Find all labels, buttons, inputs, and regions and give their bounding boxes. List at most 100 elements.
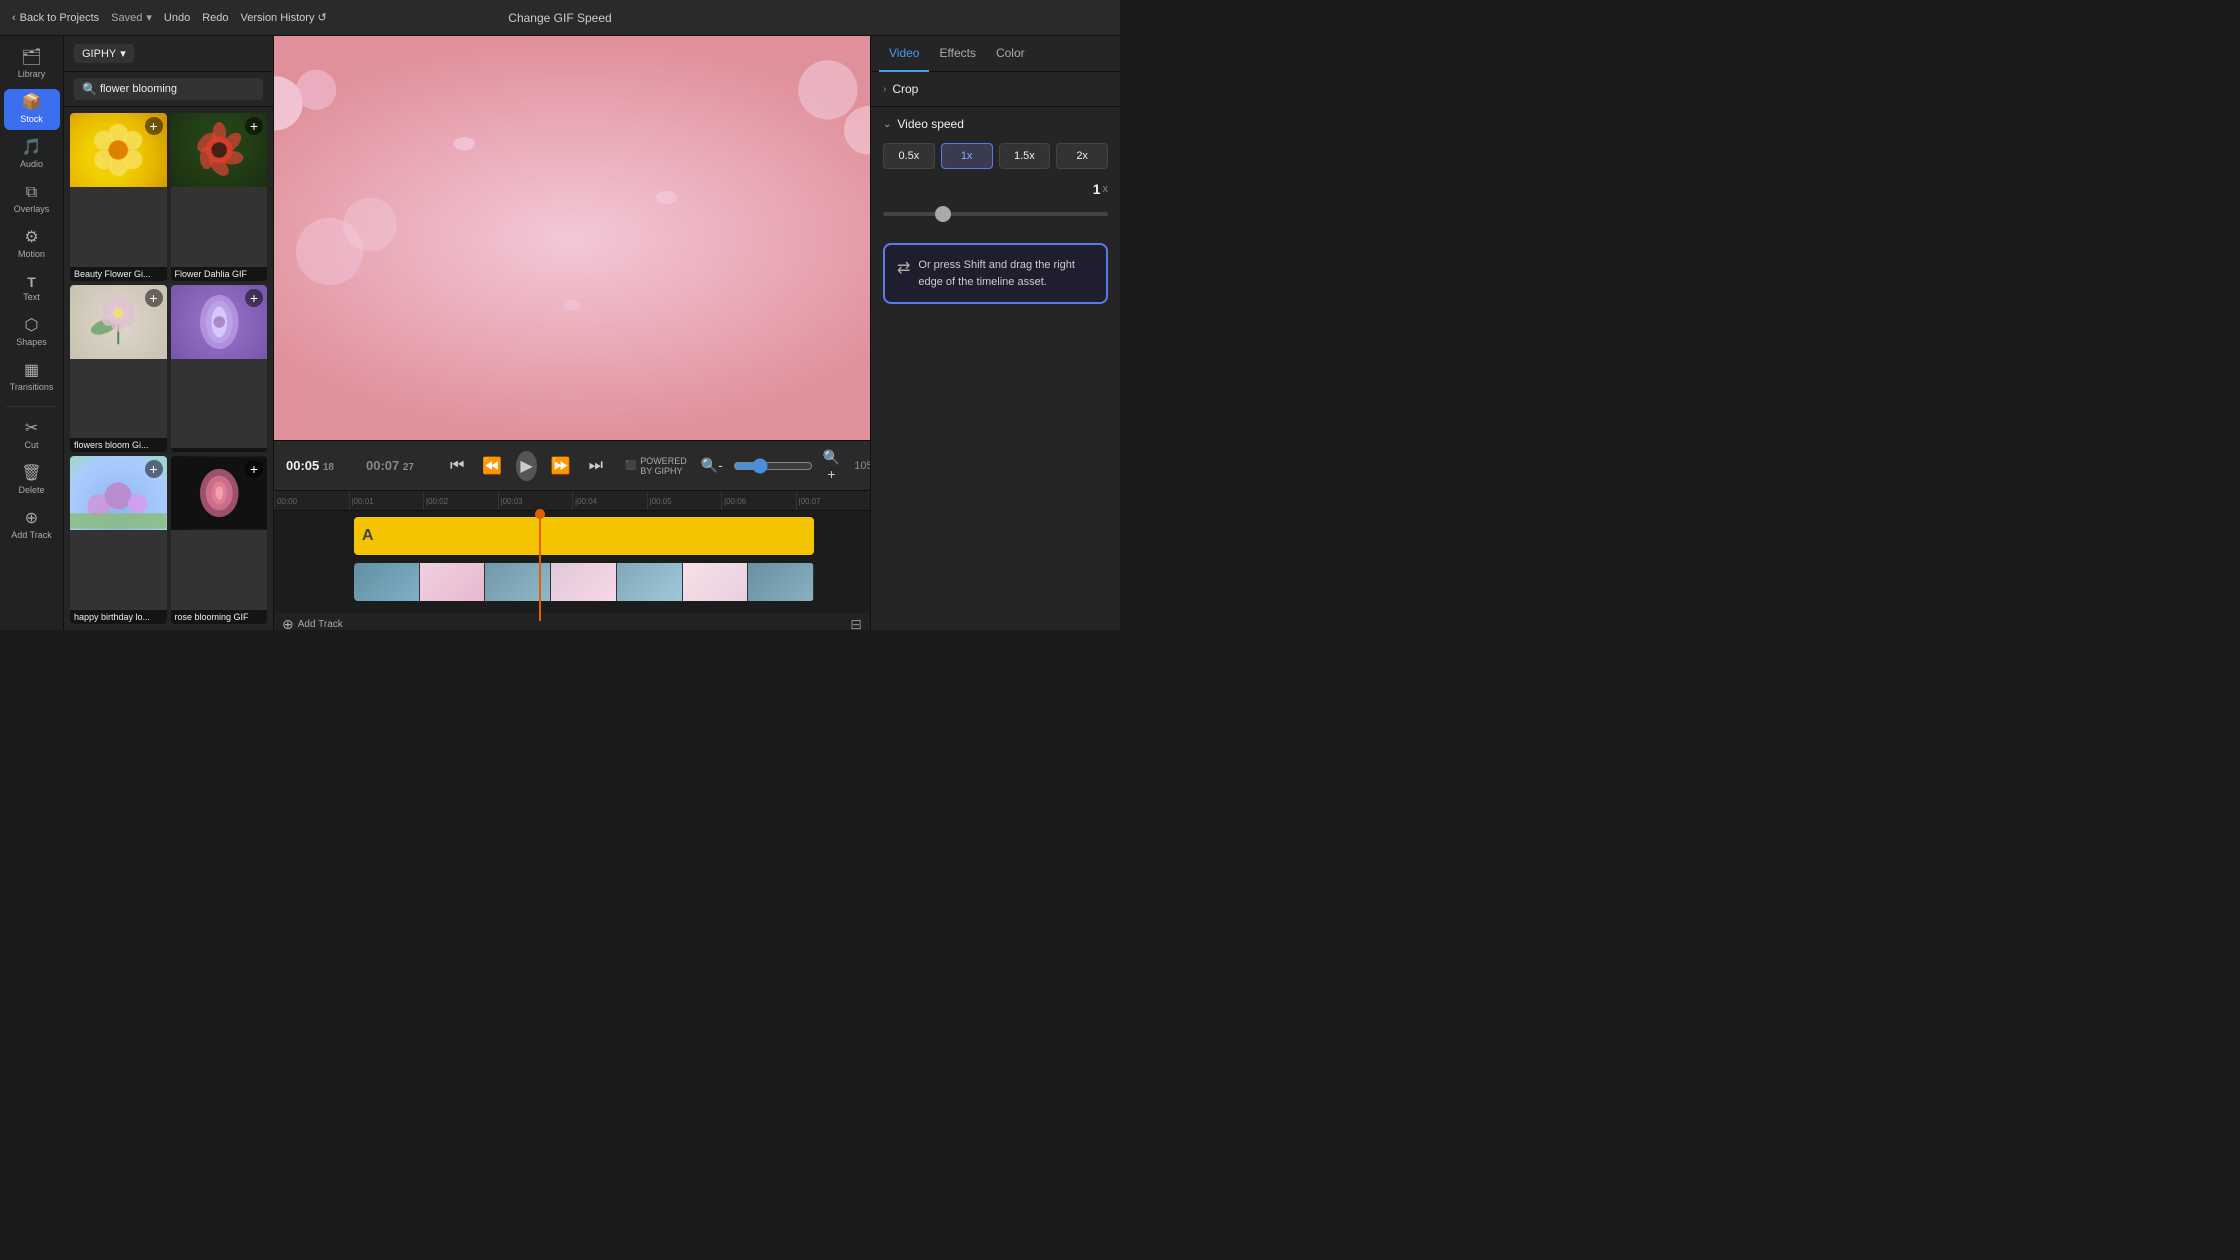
timeline-tracks: A — [274, 511, 870, 613]
sidebar-item-text-label: Text — [23, 292, 40, 302]
fast-forward-button[interactable]: ⏩ — [547, 454, 575, 478]
current-time: 00:05 — [286, 458, 319, 473]
speed-slider[interactable] — [883, 212, 1108, 216]
total-time: 00:07 — [366, 458, 399, 473]
hint-arrow-icon: ⇄ — [897, 258, 910, 278]
back-to-projects-label: Back to Projects — [20, 12, 99, 24]
sidebar-item-overlays[interactable]: ⧉ Overlays — [4, 179, 60, 220]
timeline-playhead[interactable] — [539, 511, 541, 621]
topbar-left: ‹ Back to Projects Saved ▾ Undo Redo Ver… — [12, 11, 492, 24]
layer-icon: ⊟ — [850, 616, 862, 631]
text-clip[interactable]: A — [354, 517, 814, 555]
panel-tabs: Video Effects Color — [871, 36, 1120, 72]
zoom-controls: 🔍- 🔍+ — [697, 447, 845, 484]
sidebar-item-shapes-label: Shapes — [16, 337, 47, 347]
speed-1.5x-button[interactable]: 1.5x — [999, 143, 1051, 169]
sidebar-item-shapes[interactable]: ⬡ Shapes — [4, 312, 60, 353]
sidebar-item-library[interactable]: 🗂 Library — [4, 44, 60, 85]
motion-icon: ⚙ — [24, 230, 38, 246]
transitions-icon: ▦ — [24, 363, 39, 379]
media-add-button[interactable]: + — [245, 289, 263, 307]
list-item[interactable]: happy birthday lo... + — [70, 456, 167, 624]
speed-0.5x-button[interactable]: 0.5x — [883, 143, 935, 169]
text-icon: T — [27, 275, 36, 289]
speed-value: 1 — [1093, 181, 1101, 197]
playback-controls: 00:05 18 00:07 27 ⏮ ⏪ ▶ ⏩ ⏭ ⬛ POWERED BY… — [274, 440, 870, 490]
search-icon: 🔍 — [82, 82, 97, 96]
media-add-button[interactable]: + — [145, 117, 163, 135]
sidebar-item-stock-label: Stock — [20, 114, 43, 124]
video-thumb-cell-5 — [617, 563, 683, 601]
sidebar-divider — [6, 406, 56, 407]
video-thumb-cell-4 — [551, 563, 617, 601]
preview-area: CHANGE GIF SPEED ONLINE 00:05 18 00:07 2… — [274, 36, 870, 630]
timeline: 00:00 |00:01 |00:02 |00:03 |00:04 |00:05… — [274, 490, 870, 630]
media-add-button[interactable]: + — [145, 460, 163, 478]
list-item[interactable]: Beauty Flower Gi... + — [70, 113, 167, 281]
ruler-mark-7: |00:07 — [796, 491, 871, 511]
zoom-slider[interactable] — [733, 458, 813, 474]
video-thumb-cell-1 — [354, 563, 420, 601]
zoom-in-button[interactable]: 🔍+ — [819, 447, 844, 484]
list-item[interactable]: rose blooming GIF + — [171, 456, 268, 624]
undo-button[interactable]: Undo — [164, 12, 190, 24]
sidebar-item-motion-label: Motion — [18, 249, 45, 259]
sidebar-item-overlays-label: Overlays — [14, 204, 50, 214]
sidebar-item-transitions[interactable]: ▦ Transitions — [4, 357, 60, 398]
tab-color[interactable]: Color — [986, 36, 1035, 72]
add-track-button[interactable]: ⊕ Add Track — [282, 616, 343, 631]
sidebar-item-audio[interactable]: 🎵 Audio — [4, 134, 60, 175]
cut-icon: ✂ — [25, 421, 38, 437]
media-panel: GIPHY ▾ 🔍 — [64, 36, 274, 630]
rewind-button[interactable]: ⏪ — [478, 454, 506, 478]
video-track-row — [274, 563, 870, 607]
video-thumb-cell-6 — [683, 563, 749, 601]
search-input[interactable] — [74, 78, 263, 100]
timeline-bottom-bar: ⊕ Add Track ⊟ — [274, 613, 870, 630]
media-add-button[interactable]: + — [245, 117, 263, 135]
list-item[interactable]: flowers bloom Gi... + — [70, 285, 167, 453]
sidebar-item-text[interactable]: T Text — [4, 269, 60, 308]
zoom-out-button[interactable]: 🔍- — [697, 455, 727, 476]
source-selector[interactable]: GIPHY ▾ — [74, 44, 134, 63]
crop-arrow-icon: › — [883, 84, 886, 95]
back-to-projects-button[interactable]: ‹ Back to Projects — [12, 12, 99, 24]
giphy-powered-logo: ⬛ POWERED BY GIPHY — [625, 456, 687, 476]
sidebar-item-stock[interactable]: 📦 Stock — [4, 89, 60, 130]
ruler-mark-1: |00:01 — [349, 491, 424, 511]
overlays-icon: ⧉ — [26, 185, 37, 201]
tab-video[interactable]: Video — [879, 36, 929, 72]
sidebar-item-motion[interactable]: ⚙ Motion — [4, 224, 60, 265]
sidebar-item-delete-label: Delete — [18, 485, 44, 495]
media-add-button[interactable]: + — [145, 289, 163, 307]
play-pause-button[interactable]: ▶ — [516, 451, 536, 481]
speed-section-header[interactable]: ⌄ Video speed — [883, 117, 1108, 131]
video-clip[interactable] — [354, 563, 814, 601]
skip-back-button[interactable]: ⏮ — [446, 455, 468, 477]
redo-button[interactable]: Redo — [202, 12, 228, 24]
sidebar-item-delete[interactable]: 🗑 Delete — [4, 460, 60, 501]
version-history-button[interactable]: Version History ↺ — [240, 11, 326, 24]
crop-section-header[interactable]: › Crop — [883, 82, 1108, 96]
giphy-logo-text: POWERED BY GIPHY — [640, 456, 687, 476]
list-item[interactable]: + — [171, 285, 268, 453]
video-speed-label: Video speed — [897, 117, 964, 131]
source-dropdown-icon: ▾ — [120, 47, 126, 60]
saved-label: Saved — [111, 12, 142, 24]
speed-1x-button[interactable]: 1x — [941, 143, 993, 169]
preview-title-line2: SPEED ONLINE — [462, 238, 682, 269]
left-sidebar: 🗂 Library 📦 Stock 🎵 Audio ⧉ Overlays ⚙ M… — [0, 36, 64, 630]
skip-forward-button[interactable]: ⏭ — [585, 455, 607, 477]
preview-title-line1: CHANGE GIF — [462, 207, 682, 238]
saved-dropdown-icon[interactable]: ▾ — [146, 11, 152, 24]
main-layout: 🗂 Library 📦 Stock 🎵 Audio ⧉ Overlays ⚙ M… — [0, 36, 1120, 630]
giphy-logo-icon: ⬛ — [625, 460, 636, 471]
crop-section: › Crop — [871, 72, 1120, 107]
list-item[interactable]: Flower Dahlia GIF + — [171, 113, 268, 281]
tab-effects[interactable]: Effects — [929, 36, 985, 72]
sidebar-item-add-track[interactable]: ⊕ Add Track — [4, 505, 60, 546]
saved-status: Saved ▾ — [111, 11, 152, 24]
sidebar-item-cut[interactable]: ✂ Cut — [4, 415, 60, 456]
media-card-label: happy birthday lo... — [70, 610, 167, 624]
speed-2x-button[interactable]: 2x — [1056, 143, 1108, 169]
